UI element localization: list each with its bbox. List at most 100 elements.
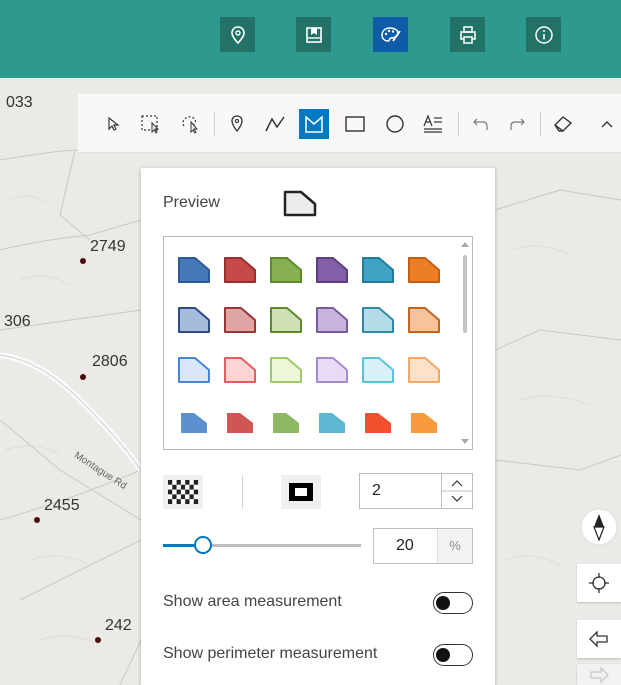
map-label: 306 (4, 313, 31, 330)
print-button[interactable] (450, 17, 485, 52)
map-point[interactable] (80, 258, 86, 264)
toggle-knob (436, 648, 450, 662)
forward-button[interactable] (577, 664, 621, 685)
checkerboard-icon (168, 480, 199, 504)
sketch-button[interactable] (373, 17, 408, 52)
symbol-style-panel: Preview 2 20 % Show area measurement Sho… (141, 168, 495, 685)
opacity-input[interactable]: 20 % (373, 528, 473, 564)
back-button[interactable] (577, 620, 621, 658)
polygon-tool[interactable] (299, 109, 329, 139)
rectangle-select-tool[interactable] (136, 109, 166, 139)
show-area-toggle[interactable] (433, 592, 473, 614)
map-label: 2455 (44, 497, 80, 514)
app-header (0, 0, 621, 78)
toggle-knob (436, 596, 450, 610)
polyline-tool[interactable] (260, 109, 290, 139)
polygon-symbol[interactable] (406, 305, 442, 335)
point-icon (231, 115, 243, 133)
opacity-slider-handle[interactable] (193, 536, 212, 554)
rectangle-icon (345, 116, 365, 132)
polygon-symbol[interactable] (176, 255, 212, 285)
location-button[interactable] (220, 17, 255, 52)
rectangle-tool[interactable] (340, 109, 370, 139)
polygon-symbol[interactable] (317, 411, 347, 435)
opacity-unit: % (437, 529, 472, 563)
text-icon (423, 114, 442, 133)
palette-icon (380, 26, 401, 42)
redo-icon (510, 118, 525, 130)
opacity-slider[interactable] (163, 536, 361, 554)
show-area-label: Show area measurement (163, 593, 342, 610)
map-point[interactable] (80, 374, 86, 380)
polygon-symbol[interactable] (406, 355, 442, 385)
polygon-symbol[interactable] (268, 255, 304, 285)
eraser-icon (553, 116, 573, 132)
collapse-icon (601, 121, 613, 128)
fill-opacity-button[interactable] (163, 475, 203, 509)
sketch-toolbar (78, 94, 621, 153)
outline-width-input[interactable]: 2 (359, 473, 473, 509)
rectangle-select-icon (141, 115, 160, 134)
polygon-symbol[interactable] (176, 305, 212, 335)
bookmarks-button[interactable] (296, 17, 331, 52)
polygon-symbol[interactable] (314, 355, 350, 385)
polygon-symbol[interactable] (271, 411, 301, 435)
gallery-scrollbar[interactable] (458, 237, 472, 449)
back-arrow-icon (589, 630, 608, 648)
polygon-symbol[interactable] (406, 255, 442, 285)
locate-icon (589, 573, 609, 593)
map-point[interactable] (34, 517, 40, 523)
polygon-symbol[interactable] (222, 305, 258, 335)
polygon-symbol[interactable] (268, 355, 304, 385)
polygon-symbol[interactable] (179, 411, 209, 435)
redo-button[interactable] (502, 109, 532, 139)
show-perimeter-toggle[interactable] (433, 644, 473, 666)
location-pin-icon (230, 25, 245, 44)
opacity-value: 20 (396, 537, 414, 554)
collapse-toolbar-button[interactable] (592, 109, 621, 139)
polygon-symbol[interactable] (268, 305, 304, 335)
polygon-icon (305, 115, 323, 133)
polygon-symbol[interactable] (314, 305, 350, 335)
scrollbar-thumb[interactable] (463, 255, 467, 333)
outline-style-button[interactable] (281, 475, 321, 509)
delete-button[interactable] (548, 109, 578, 139)
printer-icon (459, 25, 476, 44)
polygon-symbol[interactable] (225, 411, 255, 435)
compass-icon (580, 508, 618, 546)
polygon-symbol[interactable] (222, 355, 258, 385)
polygon-symbol[interactable] (363, 411, 393, 435)
toolbar-separator (540, 112, 541, 136)
bookmark-icon (305, 26, 322, 43)
text-tool[interactable] (418, 109, 448, 139)
info-button[interactable] (526, 17, 561, 52)
map-point[interactable] (95, 637, 101, 643)
toolbar-separator (214, 112, 215, 136)
lasso-select-tool[interactable] (176, 109, 206, 139)
map-label: 2806 (92, 353, 128, 370)
circle-tool[interactable] (380, 109, 410, 139)
undo-button[interactable] (466, 109, 496, 139)
polygon-symbol[interactable] (360, 305, 396, 335)
outline-width-value: 2 (372, 482, 381, 499)
toolbar-separator (458, 112, 459, 136)
outline-width-stepper[interactable] (441, 474, 472, 508)
polygon-symbol[interactable] (314, 255, 350, 285)
point-tool[interactable] (222, 109, 252, 139)
polygon-symbol[interactable] (360, 355, 396, 385)
map-label: 242 (105, 617, 132, 634)
compass-button[interactable] (577, 508, 621, 546)
polygon-symbol[interactable] (176, 355, 212, 385)
symbol-gallery[interactable] (163, 236, 473, 450)
polygon-symbol[interactable] (222, 255, 258, 285)
polygon-symbol[interactable] (409, 411, 439, 435)
locate-button[interactable] (577, 564, 621, 602)
select-tool[interactable] (98, 109, 128, 139)
polygon-preview-icon (283, 190, 317, 217)
show-perimeter-label: Show perimeter measurement (163, 645, 378, 662)
polyline-icon (265, 116, 285, 132)
lasso-select-icon (182, 116, 199, 134)
stepper-arrows-icon (442, 480, 472, 502)
polygon-symbol[interactable] (360, 255, 396, 285)
info-icon (534, 25, 553, 44)
